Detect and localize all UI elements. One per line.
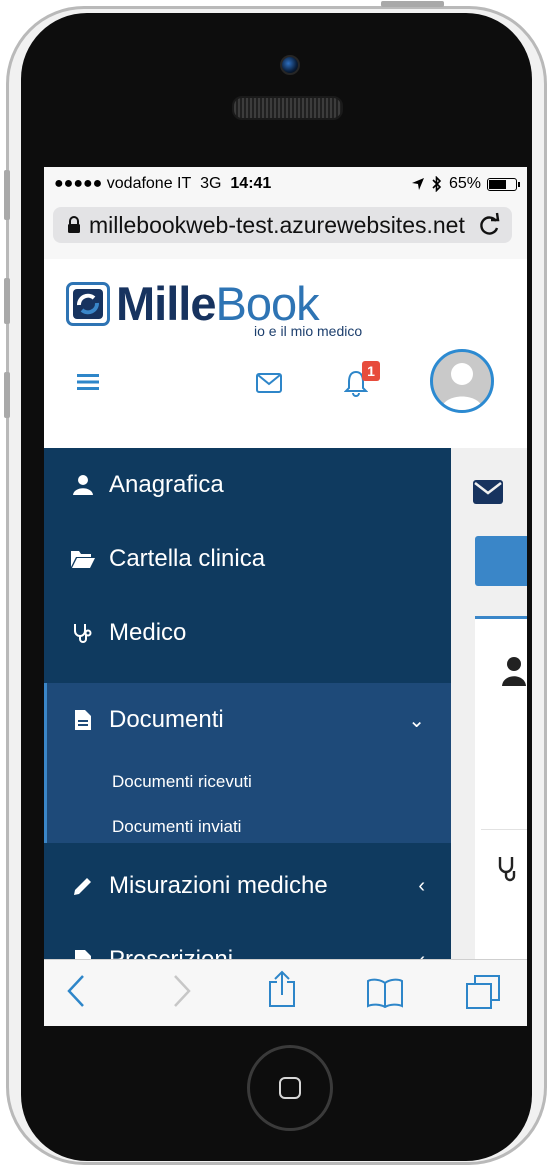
divider [481, 829, 527, 830]
volume-up-button [4, 278, 10, 324]
brand-name: MilleBook [116, 277, 320, 330]
screen: ●●●●● vodafone IT 3G 14:41 65% millebook… [44, 167, 527, 1026]
file-icon [70, 707, 96, 733]
url-text: millebookweb-test.azurewebsites.net [89, 211, 465, 238]
user-avatar-icon [441, 363, 483, 410]
notification-badge: 1 [362, 361, 380, 381]
chevron-left-icon: ‹ [418, 874, 425, 897]
bluetooth-icon [432, 176, 442, 192]
notifications[interactable]: 1 [344, 361, 384, 403]
carrier: ●●●●● vodafone IT [54, 175, 192, 192]
mute-switch [4, 170, 10, 220]
user-icon [502, 657, 526, 686]
user-icon [70, 472, 96, 498]
lock-icon [68, 216, 80, 233]
battery-percent: 65% [448, 175, 481, 192]
sidebar-item-label: Cartella clinica [109, 545, 266, 572]
chevron-down-icon: ⌄ [408, 709, 425, 732]
content-card [475, 616, 527, 971]
stethoscope-icon [70, 620, 96, 646]
brand-tagline: io e il mio medico [254, 323, 363, 339]
forward-icon[interactable] [172, 974, 192, 1008]
network-type: 3G [200, 175, 222, 192]
pencil-icon [70, 873, 96, 899]
avatar[interactable] [430, 349, 494, 413]
header-actions: 1 [44, 349, 527, 429]
sidebar-menu: Anagrafica Cartella clinica Medico Docum… [44, 448, 451, 973]
browser-address-area: millebookweb-test.azurewebsites.net [44, 201, 527, 260]
status-bar: ●●●●● vodafone IT 3G 14:41 65% [44, 167, 527, 201]
sidebar-item-documenti[interactable]: Documenti ⌄ [44, 683, 451, 757]
site-header: MilleBook io e il mio medico 1 [44, 259, 527, 448]
folder-open-icon [70, 546, 96, 572]
main-content [451, 448, 527, 971]
envelope-icon[interactable] [256, 373, 282, 393]
tabs-icon[interactable] [465, 974, 501, 1010]
volume-down-button [4, 372, 10, 418]
earpiece-speaker [232, 96, 343, 120]
millebook-logo-icon [66, 282, 110, 326]
action-button[interactable] [475, 536, 527, 586]
sidebar-subitem-documenti-ricevuti[interactable]: Documenti ricevuti [112, 772, 252, 792]
brand-name-mille: Mille [116, 277, 216, 330]
sidebar-item-cartella-clinica[interactable]: Cartella clinica [44, 522, 451, 596]
browser-toolbar [44, 959, 527, 1026]
sidebar-subitem-documenti-inviati[interactable]: Documenti inviati [112, 817, 241, 837]
share-icon[interactable] [268, 970, 296, 1008]
address-bar[interactable]: millebookweb-test.azurewebsites.net [53, 207, 512, 243]
logo[interactable]: MilleBook [66, 277, 320, 330]
sidebar-item-label: Anagrafica [109, 471, 224, 498]
battery-icon [487, 177, 520, 191]
clock: 14:41 [230, 175, 272, 192]
sidebar-item-label: Documenti [109, 706, 224, 733]
reload-icon[interactable] [476, 211, 502, 239]
location-arrow-icon [411, 178, 424, 190]
front-camera [280, 55, 300, 75]
sidebar-item-medico[interactable]: Medico [44, 596, 451, 670]
sidebar-item-label: Misurazioni mediche [109, 872, 328, 899]
sidebar-item-misurazioni-mediche[interactable]: Misurazioni mediche ‹ [44, 849, 451, 923]
sidebar-item-anagrafica[interactable]: Anagrafica [44, 448, 451, 522]
bookmarks-icon[interactable] [366, 978, 404, 1008]
stethoscope-icon [498, 857, 516, 882]
power-button [381, 1, 444, 7]
back-icon[interactable] [66, 974, 86, 1008]
hamburger-menu-icon[interactable] [77, 373, 99, 391]
envelope-icon [473, 480, 503, 504]
sidebar-item-label: Medico [109, 619, 187, 646]
home-button[interactable] [247, 1045, 333, 1131]
